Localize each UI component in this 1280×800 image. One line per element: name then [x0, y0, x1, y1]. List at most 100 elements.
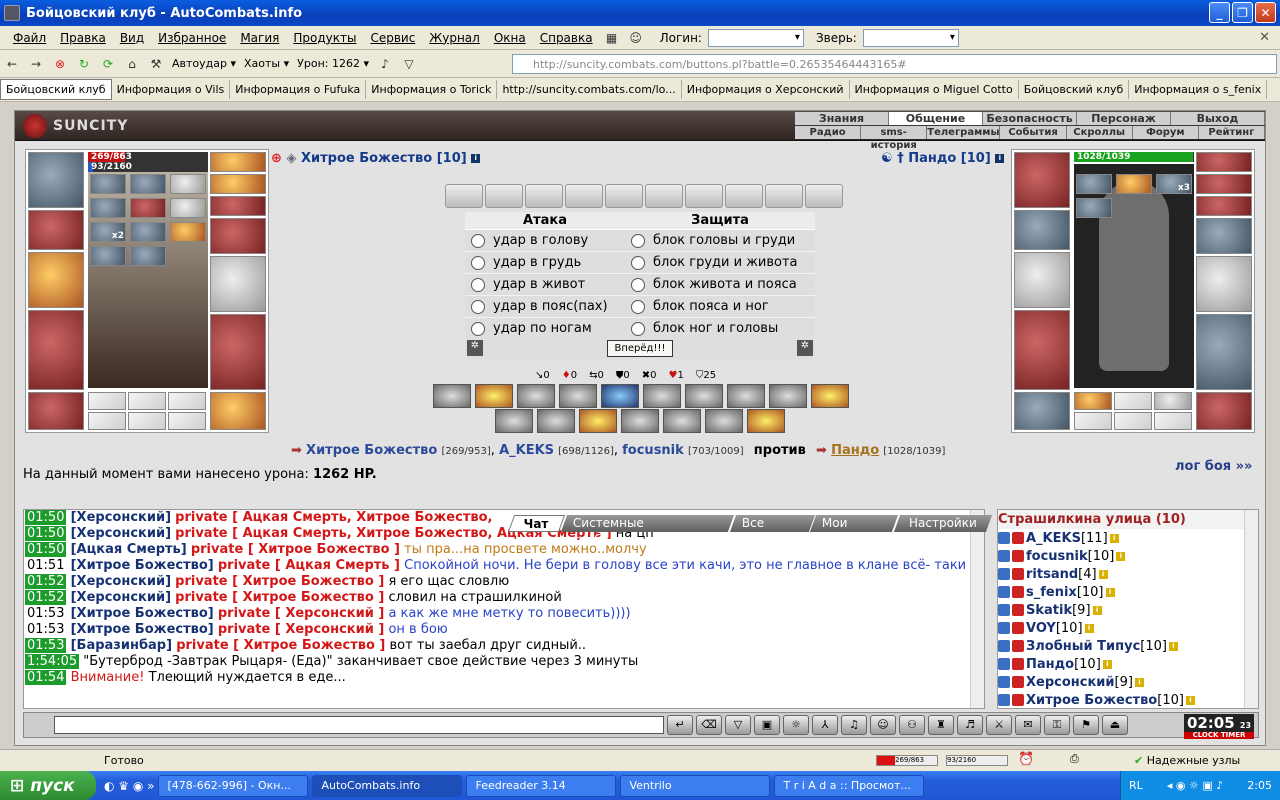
info-icon[interactable]: i: [1098, 569, 1108, 579]
smiley-icon[interactable]: ☺: [870, 715, 896, 735]
radio-icon[interactable]: [471, 321, 485, 336]
spell-slot-11[interactable]: [130, 246, 166, 266]
chat-author[interactable]: [Хитрое Божество]: [71, 606, 214, 621]
block-legs-head[interactable]: блок ног и головы: [625, 318, 815, 340]
boots-slot[interactable]: [210, 392, 266, 430]
chat-author[interactable]: [Херсонский]: [71, 526, 171, 541]
chat-private-tag[interactable]: private [ Хитрое Божество ]: [191, 542, 400, 557]
roster-item[interactable]: Херсонский [9] i: [998, 673, 1258, 691]
nav-telegrams[interactable]: Телеграммы: [927, 126, 1001, 139]
info-icon[interactable]: i: [1084, 623, 1094, 633]
mute-icon[interactable]: ♪: [375, 54, 395, 74]
private-msg-icon[interactable]: [998, 568, 1010, 580]
exit-icon[interactable]: ⏏: [1102, 715, 1128, 735]
info-icon[interactable]: i: [1092, 605, 1102, 615]
spell-slot-9[interactable]: [170, 222, 206, 242]
roster-name[interactable]: Херсонский: [1026, 675, 1115, 690]
pocket-slot-2[interactable]: [128, 392, 166, 410]
skill-13[interactable]: [579, 409, 617, 433]
attack-belly[interactable]: удар в живот: [465, 274, 625, 296]
team-member-1[interactable]: Хитрое Божество: [306, 443, 437, 458]
tray-icons[interactable]: ◂ ◉ ☼ ▣ ♪: [1167, 779, 1223, 792]
action-slot-8[interactable]: [725, 184, 763, 208]
gloves-slot[interactable]: [210, 218, 266, 254]
chat-timestamp[interactable]: 1:54:05: [25, 654, 80, 669]
task-feedreader[interactable]: Feedreader 3.14: [466, 774, 617, 797]
chat-private-tag[interactable]: private [ Херсонский ]: [218, 622, 384, 637]
filter-chat-icon[interactable]: ▽: [725, 715, 751, 735]
tab-fufuka[interactable]: Информация о Fufuka: [230, 80, 367, 99]
tab-combats-1[interactable]: Бойцовский клуб: [0, 79, 112, 100]
nav-sms-history[interactable]: sms-история: [861, 126, 928, 151]
pocket-slot-4[interactable]: [88, 412, 126, 430]
language-indicator[interactable]: RL: [1129, 779, 1143, 792]
chat-timestamp[interactable]: 01:50: [25, 542, 67, 557]
menu-products[interactable]: Продукты: [286, 31, 363, 45]
private-msg-icon[interactable]: [998, 622, 1010, 634]
translit-icon[interactable]: ⅄: [812, 715, 838, 735]
chat-author[interactable]: [Херсонский]: [71, 590, 171, 605]
thief-icon[interactable]: ♜: [928, 715, 954, 735]
tab-s-fenix[interactable]: Информация о s_fenix: [1129, 80, 1268, 99]
refresh-all-icon[interactable]: ⟳: [98, 54, 118, 74]
chat-private-tag[interactable]: private [ Хитрое Божество ]: [176, 638, 385, 653]
skill-14[interactable]: [621, 409, 659, 433]
stop-icon[interactable]: ⊗: [50, 54, 70, 74]
chat-timestamp[interactable]: 01:54: [25, 670, 67, 685]
save-icon[interactable]: ▣: [754, 715, 780, 735]
gear-right-icon[interactable]: ✲: [797, 340, 813, 356]
nav-communication[interactable]: Общение: [889, 112, 983, 125]
tab-log-url[interactable]: http://suncity.combats.com/lo...: [497, 80, 682, 99]
tab-miguel-cotto[interactable]: Информация о Miguel Cotto: [850, 80, 1019, 99]
gear-left-icon[interactable]: ✲: [467, 340, 483, 356]
chat-author[interactable]: [Хитрое Божество]: [71, 558, 214, 573]
private-msg-icon[interactable]: [998, 604, 1010, 616]
player-name[interactable]: ⊕ ◈ Хитрое Божество [10] i: [271, 151, 481, 166]
address-bar[interactable]: http://suncity.combats.com/buttons.pl?ba…: [512, 54, 1277, 74]
action-slot-5[interactable]: [605, 184, 643, 208]
armor-slot[interactable]: [28, 310, 84, 390]
pocket-slot-1[interactable]: [88, 392, 126, 410]
pet-select[interactable]: ▾: [862, 28, 959, 47]
filter-icon[interactable]: ▽: [399, 54, 419, 74]
menu-file[interactable]: Файл: [6, 31, 53, 45]
chat-timestamp[interactable]: 01:53: [25, 622, 66, 637]
ring-slots[interactable]: [210, 196, 266, 216]
shield-slot[interactable]: [210, 256, 266, 312]
skill-17[interactable]: [747, 409, 785, 433]
spell-slot-1[interactable]: [90, 174, 126, 194]
action-slot-9[interactable]: [765, 184, 803, 208]
skill-3[interactable]: [517, 384, 555, 408]
roster-name[interactable]: focusnik: [1026, 549, 1088, 564]
task-triada[interactable]: T r i A d a :: Просмот...: [774, 774, 925, 797]
roster-item[interactable]: Злобный Типус [10] i: [998, 637, 1258, 655]
send-icon[interactable]: ↵: [667, 715, 693, 735]
menu-magic[interactable]: Магия: [233, 31, 286, 45]
skill-16[interactable]: [705, 409, 743, 433]
chat-input[interactable]: [54, 716, 664, 734]
roster-item[interactable]: VOY [10] i: [998, 619, 1258, 637]
spell-slot-4[interactable]: [90, 198, 126, 218]
info-icon[interactable]: i: [1185, 695, 1195, 705]
close-button[interactable]: ✕: [1255, 2, 1276, 23]
private-msg-icon[interactable]: [998, 694, 1010, 706]
radio-icon[interactable]: [631, 321, 645, 336]
alarm-icon[interactable]: ⏰: [1018, 752, 1034, 767]
nav-security[interactable]: Безопасность: [983, 112, 1077, 125]
skill-1[interactable]: [433, 384, 471, 408]
nav-scrolls[interactable]: Скроллы: [1067, 126, 1133, 139]
roster-item[interactable]: A_KEKS [11] i: [998, 529, 1258, 547]
chat-author[interactable]: [Херсонский]: [71, 574, 171, 589]
roster-scrollbar[interactable]: [1244, 510, 1258, 708]
quicklaunch-icons[interactable]: ◐ ♛ ◉ »: [104, 779, 154, 793]
spell-slot-2[interactable]: [130, 174, 166, 194]
skill-4[interactable]: [559, 384, 597, 408]
attack-chest[interactable]: удар в грудь: [465, 252, 625, 274]
menu-service[interactable]: Сервис: [363, 31, 422, 45]
chat-timestamp[interactable]: 01:52: [25, 574, 67, 589]
spell-slot-8[interactable]: [130, 222, 166, 242]
radio-icon[interactable]: [471, 299, 485, 314]
login-select[interactable]: ▾: [707, 28, 804, 47]
action-slot-3[interactable]: [525, 184, 563, 208]
action-slot-1[interactable]: [445, 184, 483, 208]
